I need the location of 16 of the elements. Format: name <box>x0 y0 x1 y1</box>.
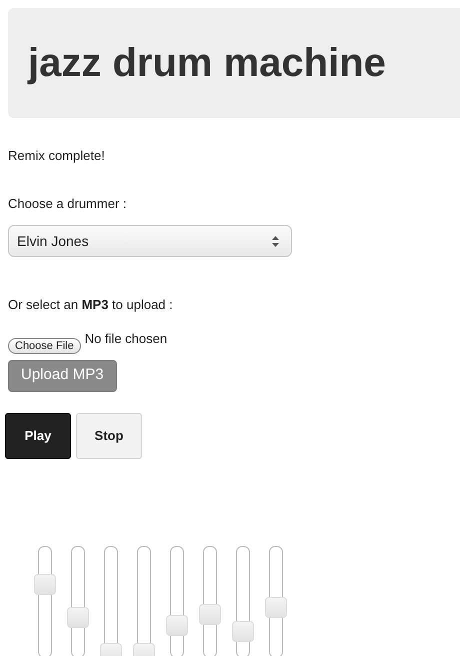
slider-thumb[interactable] <box>265 597 287 618</box>
transport-button[interactable]: Play <box>5 412 71 458</box>
drummer-label: Choose a drummer : <box>8 194 128 212</box>
slider-thumb[interactable] <box>232 620 254 642</box>
page-title: jazz drum machine <box>28 43 386 83</box>
choose-file-button[interactable]: Choose File <box>8 338 81 354</box>
drummer-select[interactable]: Elvin Jones <box>8 225 292 257</box>
slider-thumb[interactable] <box>34 574 56 595</box>
up-down-arrows-icon <box>272 236 279 246</box>
file-status: No file chosen <box>84 330 168 348</box>
status-message: Remix complete! <box>8 147 106 165</box>
upload-label: Or select an MP3 to upload : <box>8 296 174 314</box>
transport-button[interactable]: Stop <box>76 412 142 458</box>
slider-thumb[interactable] <box>67 607 89 628</box>
slider-thumb[interactable] <box>166 615 188 636</box>
slider-thumb[interactable] <box>199 604 221 626</box>
